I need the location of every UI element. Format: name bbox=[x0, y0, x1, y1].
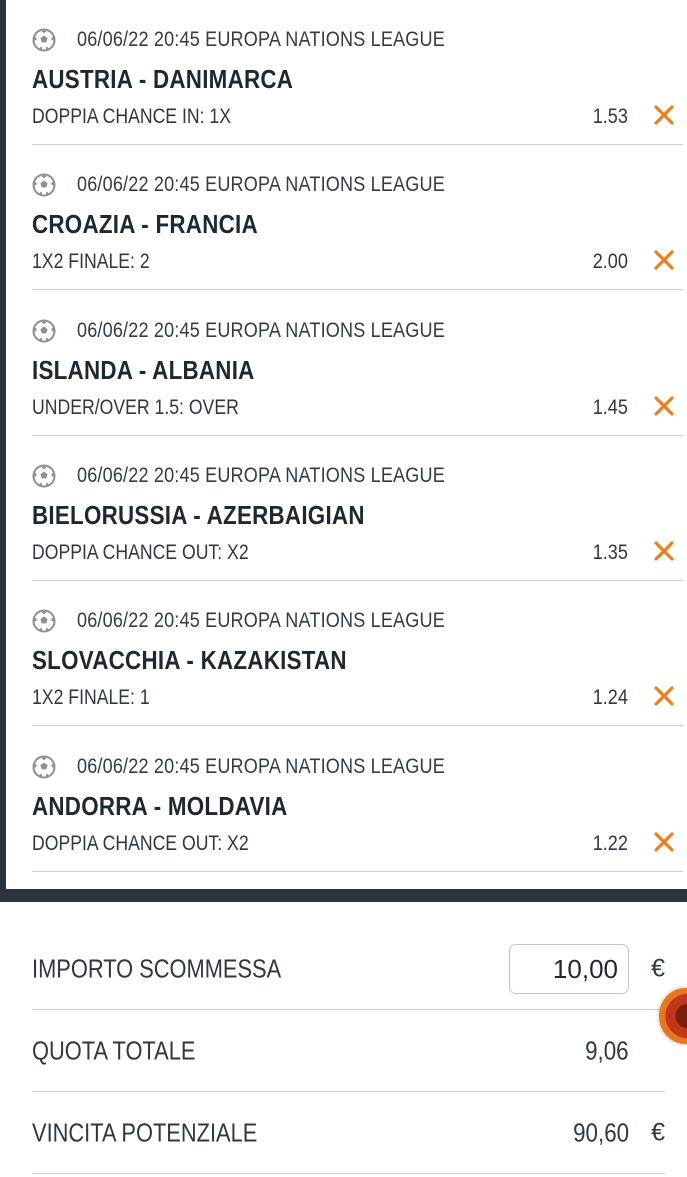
bet-match-name: AUSTRIA - DANIMARCA bbox=[32, 64, 294, 94]
total-odds-label: QUOTA TOTALE bbox=[32, 1035, 196, 1066]
bet-match-name: SLOVACCHIA - KAZAKISTAN bbox=[32, 645, 347, 676]
bet-datetime: 06/06/22 20:45 bbox=[77, 318, 200, 342]
bet-meta: 06/06/22 20:45 EUROPA NATIONS LEAGUE bbox=[32, 171, 505, 199]
remove-bet-close-icon[interactable] bbox=[653, 685, 675, 707]
bet-divider bbox=[32, 870, 683, 872]
bet-match-name: CROAZIA - FRANCIA bbox=[32, 209, 258, 240]
total-odds-row: QUOTA TOTALE 9,06 bbox=[0, 1010, 687, 1092]
remove-bet-close-icon[interactable] bbox=[653, 831, 675, 853]
bet-odd: 2.00 bbox=[592, 250, 628, 274]
bet-item: 06/06/22 20:45 EUROPA NATIONS LEAGUE AUS… bbox=[6, 0, 687, 145]
bet-item: 06/06/22 20:45 EUROPA NATIONS LEAGUE BIE… bbox=[6, 436, 687, 581]
bet-meta: 06/06/22 20:45 EUROPA NATIONS LEAGUE bbox=[32, 462, 505, 490]
bet-item: 06/06/22 20:45 EUROPA NATIONS LEAGUE ISL… bbox=[6, 291, 687, 436]
soccer-ball-icon bbox=[32, 464, 56, 488]
bet-competition: EUROPA NATIONS LEAGUE bbox=[205, 754, 445, 778]
bet-competition: EUROPA NATIONS LEAGUE bbox=[205, 28, 445, 51]
potential-win-currency: € bbox=[651, 1118, 665, 1147]
bet-datetime-competition: 06/06/22 20:45 EUROPA NATIONS LEAGUE bbox=[77, 755, 445, 779]
bet-match-name: ANDORRA - MOLDAVIA bbox=[32, 790, 288, 821]
bet-datetime: 06/06/22 20:45 bbox=[77, 754, 200, 778]
soccer-ball-icon bbox=[32, 609, 56, 633]
soccer-ball-icon bbox=[32, 319, 56, 343]
bet-market: UNDER/OVER 1.5: OVER bbox=[32, 395, 239, 419]
bet-match-name: ISLANDA - ALBANIA bbox=[32, 354, 255, 385]
bet-datetime-competition: 06/06/22 20:45 EUROPA NATIONS LEAGUE bbox=[77, 464, 445, 488]
bet-item: 06/06/22 20:45 EUROPA NATIONS LEAGUE CRO… bbox=[6, 145, 687, 291]
bet-meta: 06/06/22 20:45 EUROPA NATIONS LEAGUE bbox=[32, 753, 505, 781]
bet-competition: EUROPA NATIONS LEAGUE bbox=[205, 173, 445, 197]
total-odds-value: 9,06 bbox=[585, 1035, 629, 1066]
bet-competition: EUROPA NATIONS LEAGUE bbox=[205, 609, 445, 633]
soccer-ball-icon bbox=[32, 755, 56, 778]
bet-odd: 1.22 bbox=[592, 831, 628, 855]
stake-amount-input[interactable] bbox=[509, 944, 629, 994]
bet-match-name: BIELORUSSIA - AZERBAIGIAN bbox=[32, 499, 365, 530]
bet-competition: EUROPA NATIONS LEAGUE bbox=[205, 463, 445, 487]
bet-competition: EUROPA NATIONS LEAGUE bbox=[205, 318, 445, 342]
remove-bet-close-icon[interactable] bbox=[653, 540, 675, 562]
bet-item: 06/06/22 20:45 EUROPA NATIONS LEAGUE SLO… bbox=[6, 581, 687, 727]
bet-item: 06/06/22 20:45 EUROPA NATIONS LEAGUE AND… bbox=[6, 727, 687, 872]
bet-meta: 06/06/22 20:45 EUROPA NATIONS LEAGUE bbox=[32, 607, 505, 635]
bet-datetime-competition: 06/06/22 20:45 EUROPA NATIONS LEAGUE bbox=[77, 28, 445, 52]
soccer-ball-icon bbox=[32, 173, 56, 197]
bet-odd: 1.53 bbox=[592, 105, 628, 128]
bet-market: DOPPIA CHANCE OUT: X2 bbox=[32, 540, 249, 564]
selected-bets-list: 06/06/22 20:45 EUROPA NATIONS LEAGUE AUS… bbox=[6, 0, 687, 889]
stake-label: IMPORTO SCOMMESSA bbox=[32, 953, 282, 984]
bet-odd: 1.35 bbox=[592, 540, 628, 564]
bet-datetime: 06/06/22 20:45 bbox=[77, 609, 200, 633]
bet-datetime: 06/06/22 20:45 bbox=[77, 28, 200, 51]
remove-bet-close-icon[interactable] bbox=[653, 395, 675, 417]
bet-meta: 06/06/22 20:45 EUROPA NATIONS LEAGUE bbox=[32, 26, 505, 54]
potential-win-value: 90,60 bbox=[573, 1117, 629, 1148]
stake-currency: € bbox=[651, 954, 665, 983]
betslip-screen: 06/06/22 20:45 EUROPA NATIONS LEAGUE AUS… bbox=[0, 0, 687, 1177]
bet-odd: 1.45 bbox=[592, 395, 628, 419]
bet-datetime-competition: 06/06/22 20:45 EUROPA NATIONS LEAGUE bbox=[77, 173, 445, 197]
bet-datetime: 06/06/22 20:45 bbox=[77, 463, 200, 487]
divider bbox=[32, 1173, 665, 1174]
bet-market: 1X2 FINALE: 1 bbox=[32, 686, 150, 710]
potential-win-label: VINCITA POTENZIALE bbox=[32, 1117, 258, 1148]
bet-market: 1X2 FINALE: 2 bbox=[32, 250, 150, 274]
bet-datetime: 06/06/22 20:45 bbox=[77, 173, 200, 197]
potential-win-row: VINCITA POTENZIALE 90,60 € bbox=[0, 1092, 687, 1174]
bet-datetime-competition: 06/06/22 20:45 EUROPA NATIONS LEAGUE bbox=[77, 319, 445, 343]
bet-market: DOPPIA CHANCE OUT: X2 bbox=[32, 831, 249, 855]
bet-odd: 1.24 bbox=[592, 686, 628, 710]
bet-market: DOPPIA CHANCE IN: 1X bbox=[32, 105, 232, 128]
bet-meta: 06/06/22 20:45 EUROPA NATIONS LEAGUE bbox=[32, 317, 505, 345]
betslip-summary: IMPORTO SCOMMESSA € QUOTA TOTALE 9,06 VI… bbox=[0, 902, 687, 1177]
soccer-ball-icon bbox=[32, 28, 56, 52]
stake-row: IMPORTO SCOMMESSA € bbox=[0, 928, 687, 1010]
remove-bet-close-icon[interactable] bbox=[653, 104, 675, 126]
remove-bet-close-icon[interactable] bbox=[653, 249, 675, 271]
bet-datetime-competition: 06/06/22 20:45 EUROPA NATIONS LEAGUE bbox=[77, 609, 445, 633]
